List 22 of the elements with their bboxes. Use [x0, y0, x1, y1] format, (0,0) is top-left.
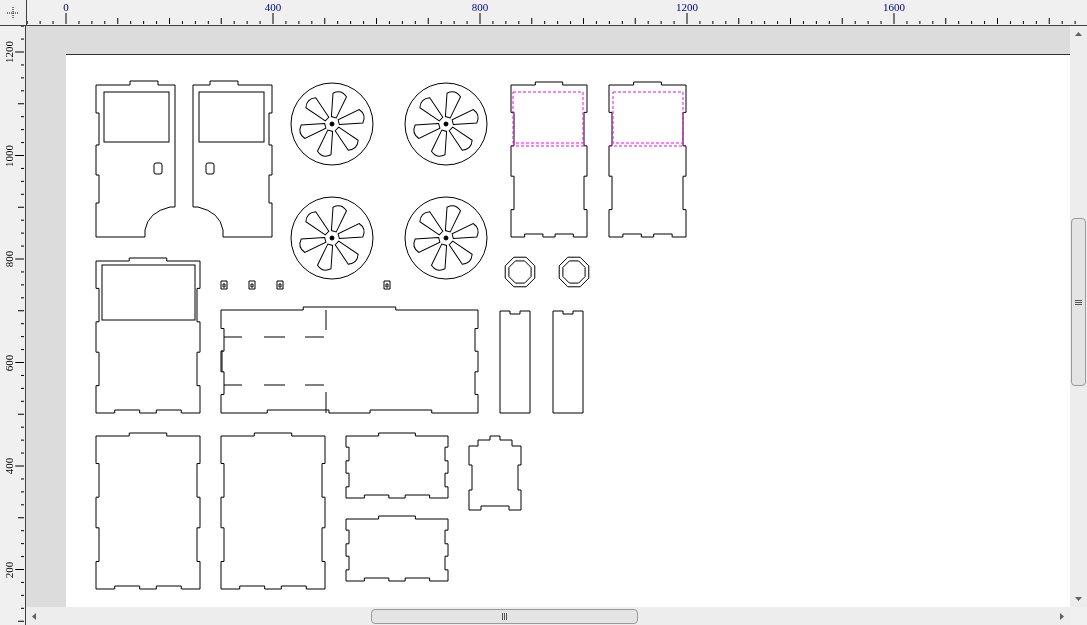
grip-icon [1075, 298, 1082, 306]
ruler-label: 1200 [675, 1, 699, 13]
ruler-label: 1200 [3, 41, 15, 63]
ruler-label: 1000 [3, 144, 15, 167]
crosshair-icon[interactable] [7, 6, 19, 19]
ruler-label: 400 [263, 1, 283, 13]
ruler-label: 600 [3, 354, 15, 371]
octagon-ring-part [558, 256, 590, 288]
grip-icon [501, 612, 508, 620]
ruler-label: 200 [3, 561, 15, 578]
ruler-label: 1600 [882, 1, 906, 13]
ruler-label: 400 [3, 457, 15, 475]
small-tab-part [248, 280, 256, 290]
small-tab-part [383, 280, 391, 290]
ruler-label: 0 [62, 1, 70, 13]
scroll-thumb[interactable] [371, 608, 638, 624]
scroll-thumb[interactable] [1071, 218, 1086, 386]
octagon-ring-part [504, 256, 536, 288]
ruler-label: 800 [470, 1, 490, 13]
ruler-label: 800 [3, 250, 15, 268]
small-tab-part [220, 280, 228, 290]
small-tab-part [276, 280, 284, 290]
